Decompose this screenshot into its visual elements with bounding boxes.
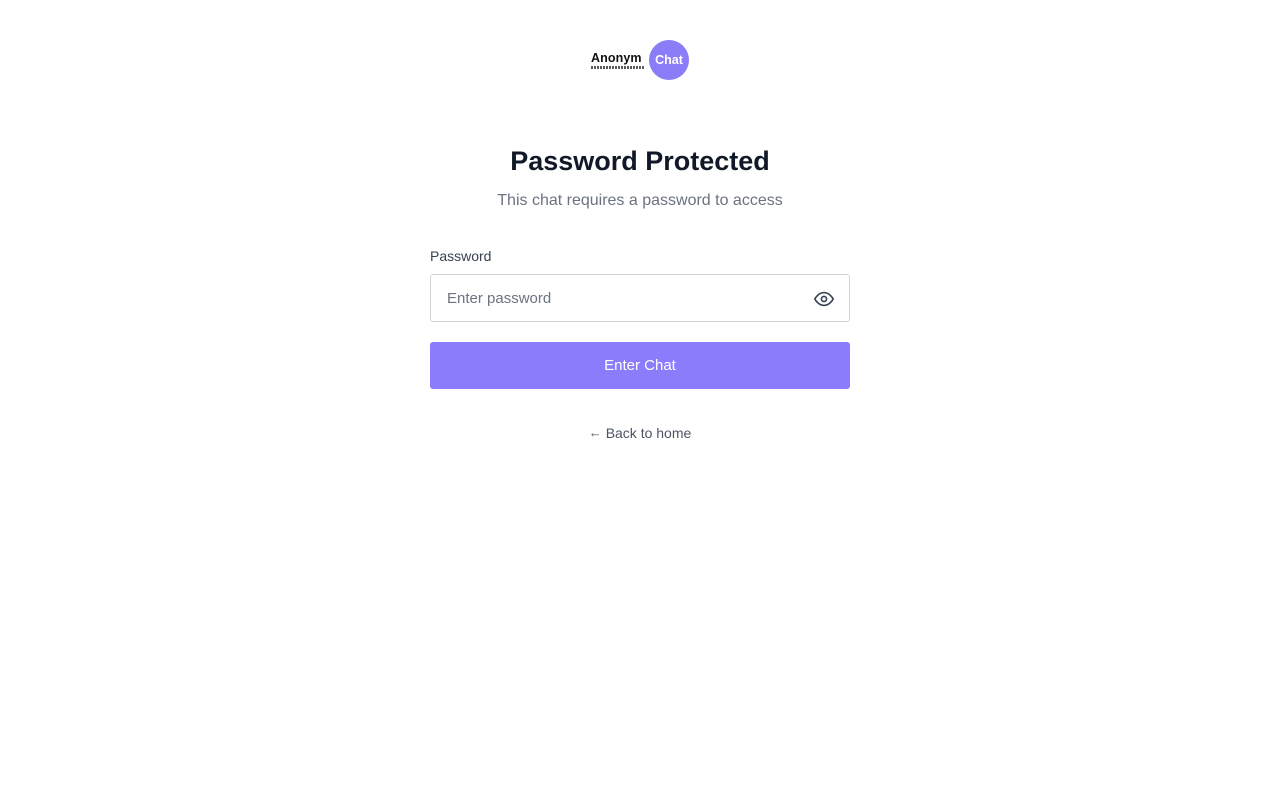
page-title: Password Protected (510, 146, 770, 176)
password-field (430, 274, 850, 322)
password-label: Password (430, 248, 492, 264)
enter-chat-button[interactable]: Enter Chat (430, 342, 850, 389)
logo-wordmark: Anonym (591, 50, 642, 65)
back-to-home-label: Back to home (605, 425, 692, 441)
anonym-chat-logo[interactable]: Anonym Chat (591, 40, 689, 80)
logo-wordmark-wrap: Anonym (591, 50, 645, 69)
back-to-home-link[interactable]: ← Back to home (589, 423, 692, 443)
arrow-left-icon: ← (588, 425, 602, 440)
back-link-row: ← Back to home (0, 422, 1280, 443)
logo-tagline-graphic (591, 65, 645, 69)
toggle-password-visibility-button[interactable] (813, 288, 835, 310)
password-page: Anonym Chat Password Protected This chat… (0, 0, 1280, 800)
page-subtitle: This chat requires a password to access (497, 192, 783, 209)
eye-icon (814, 291, 834, 307)
logo-badge: Chat (649, 40, 689, 80)
password-input[interactable] (431, 275, 801, 321)
